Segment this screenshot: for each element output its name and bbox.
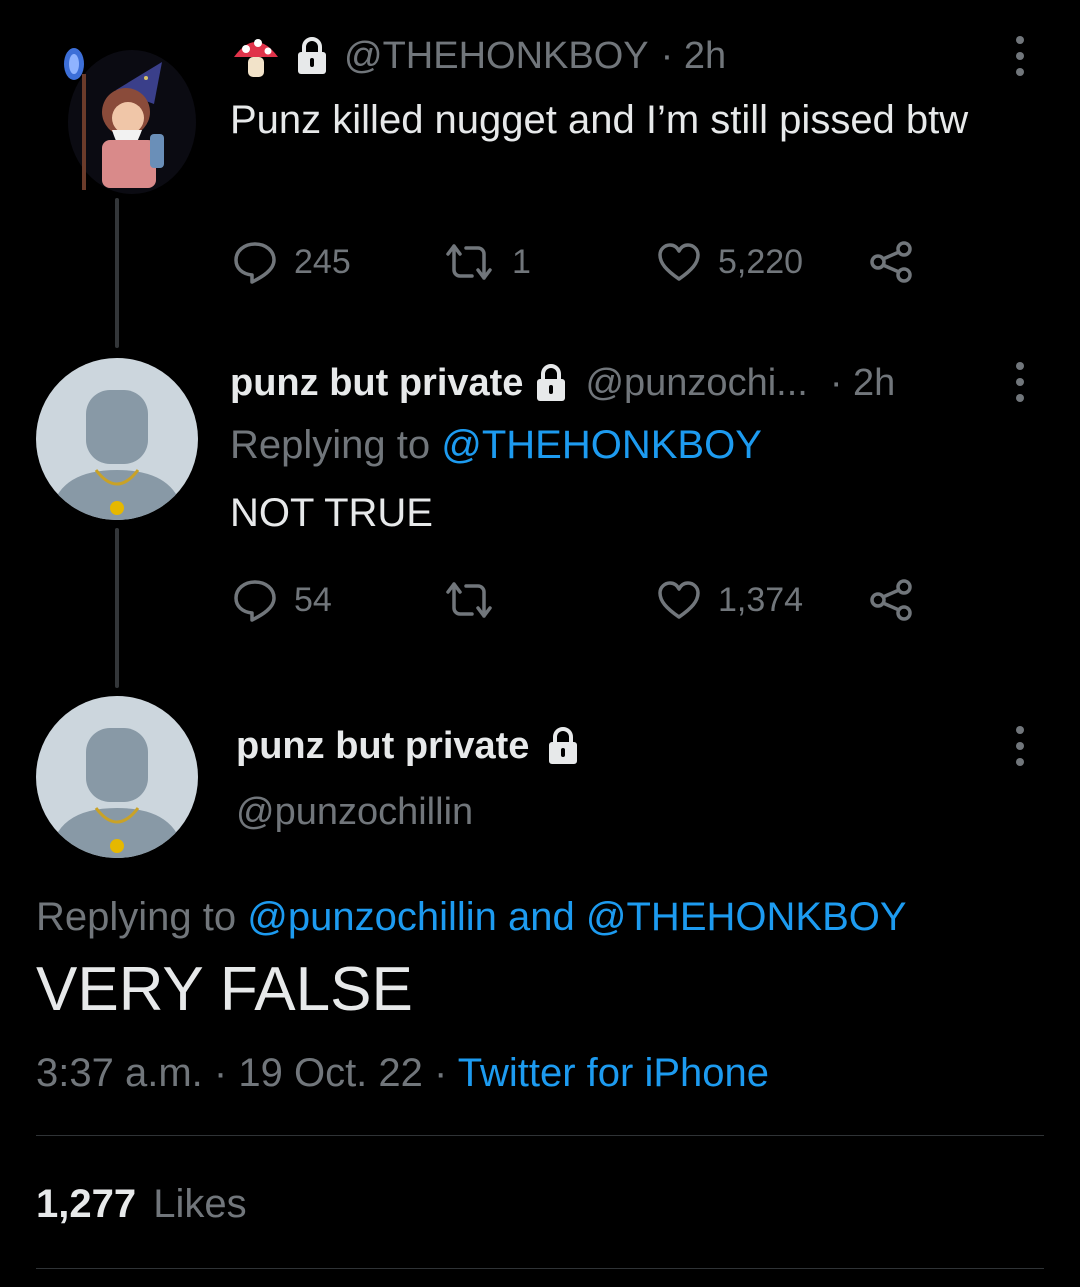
tweet1-actions: 245 1 5,220: [232, 240, 922, 284]
tweet2-like-button[interactable]: 1,374: [656, 578, 803, 622]
main-header: punz but private: [236, 720, 581, 772]
tweet2-handle[interactable]: @punzochi...: [585, 362, 807, 405]
tweet1-text: Punz killed nugget and I’m still pissed …: [230, 98, 969, 142]
separator: ·: [213, 1051, 228, 1095]
tweet1-reply-button[interactable]: 245: [232, 240, 351, 284]
main-name[interactable]: punz but private: [236, 725, 529, 768]
tweet1-like-button[interactable]: 5,220: [656, 240, 803, 284]
lock-icon: [549, 727, 578, 764]
tweet2-share-button[interactable]: [868, 578, 916, 622]
tweet1-reply-count: 245: [294, 242, 351, 281]
retweet-icon: [446, 582, 492, 618]
retweet-icon: [446, 244, 492, 280]
replying-to-handle-2[interactable]: @THEHONKBOY: [586, 895, 907, 939]
tweet1-time[interactable]: · 2h: [661, 35, 726, 78]
tweet2-like-count: 1,374: [718, 580, 804, 619]
tweet1-share-button[interactable]: [868, 240, 916, 284]
tweet2-reply-button[interactable]: 54: [232, 578, 332, 622]
likes-count: 1,277: [36, 1182, 137, 1226]
default-avatar-image: [50, 390, 184, 520]
thread-line-2: [115, 528, 119, 688]
share-icon: [870, 241, 912, 283]
divider-bottom: [36, 1268, 1044, 1269]
tweet2-more-button[interactable]: [1013, 362, 1027, 402]
replying-to-handle-1[interactable]: @punzochillin: [247, 895, 497, 939]
main-likes-stat[interactable]: 1,277 Likes: [36, 1178, 247, 1230]
separator: ·: [434, 1051, 448, 1095]
tweet1-header: @THEHONKBOY · 2h: [230, 32, 726, 80]
tweet1-like-count: 5,220: [718, 242, 804, 281]
avatar-thehonkboy[interactable]: [54, 34, 196, 194]
tweet1-handle[interactable]: @THEHONKBOY: [344, 35, 649, 78]
tweet2-header: punz but private @punzochi... · 2h: [230, 358, 895, 408]
main-replying-to: Replying to @punzochillin and @THEHONKBO…: [36, 892, 907, 942]
share-icon: [870, 579, 912, 621]
tweet1-retweet-button[interactable]: 1: [442, 240, 531, 284]
replying-to-and: and: [508, 895, 575, 939]
mushroom-icon: [234, 39, 278, 77]
tweet2-replying-to: Replying to @THEHONKBOY: [230, 420, 762, 470]
wizard-avatar-image: [64, 48, 196, 194]
tweet2-actions: 54 1,374: [232, 578, 922, 622]
heart-icon: [658, 243, 700, 281]
lock-icon: [298, 37, 326, 74]
replying-to-label: Replying to: [36, 895, 237, 939]
main-timestamp-row: 3:37 a.m. · 19 Oct. 22 · Twitter for iPh…: [36, 1048, 769, 1098]
replying-to-label: Replying to: [230, 423, 431, 467]
lock-icon: [537, 364, 566, 401]
thread-line-1: [115, 198, 119, 348]
divider-top: [36, 1135, 1044, 1136]
tweet2-retweet-button[interactable]: [442, 578, 512, 622]
main-more-button[interactable]: [1013, 726, 1027, 766]
default-avatar-image: [50, 728, 184, 858]
tweet1-retweet-count: 1: [512, 242, 531, 281]
reply-icon: [234, 580, 276, 622]
main-source[interactable]: Twitter for iPhone: [458, 1051, 769, 1095]
replying-to-handle[interactable]: @THEHONKBOY: [441, 423, 762, 467]
main-text: VERY FALSE: [36, 955, 413, 1024]
main-time[interactable]: 3:37 a.m.: [36, 1051, 203, 1095]
tweet2-time[interactable]: · 2h: [830, 362, 895, 405]
main-date[interactable]: 19 Oct. 22: [238, 1051, 423, 1095]
tweet2-reply-count: 54: [294, 580, 332, 619]
likes-label: Likes: [153, 1182, 247, 1226]
tweet2-text: NOT TRUE: [230, 491, 433, 535]
tweet1-more-button[interactable]: [1013, 36, 1027, 76]
tweet2-name[interactable]: punz but private: [230, 362, 523, 405]
heart-icon: [658, 581, 700, 619]
avatar-punz-2[interactable]: [36, 696, 198, 858]
avatar-punz-1[interactable]: [36, 358, 198, 520]
reply-icon: [234, 242, 276, 284]
main-handle[interactable]: @punzochillin: [236, 788, 473, 836]
